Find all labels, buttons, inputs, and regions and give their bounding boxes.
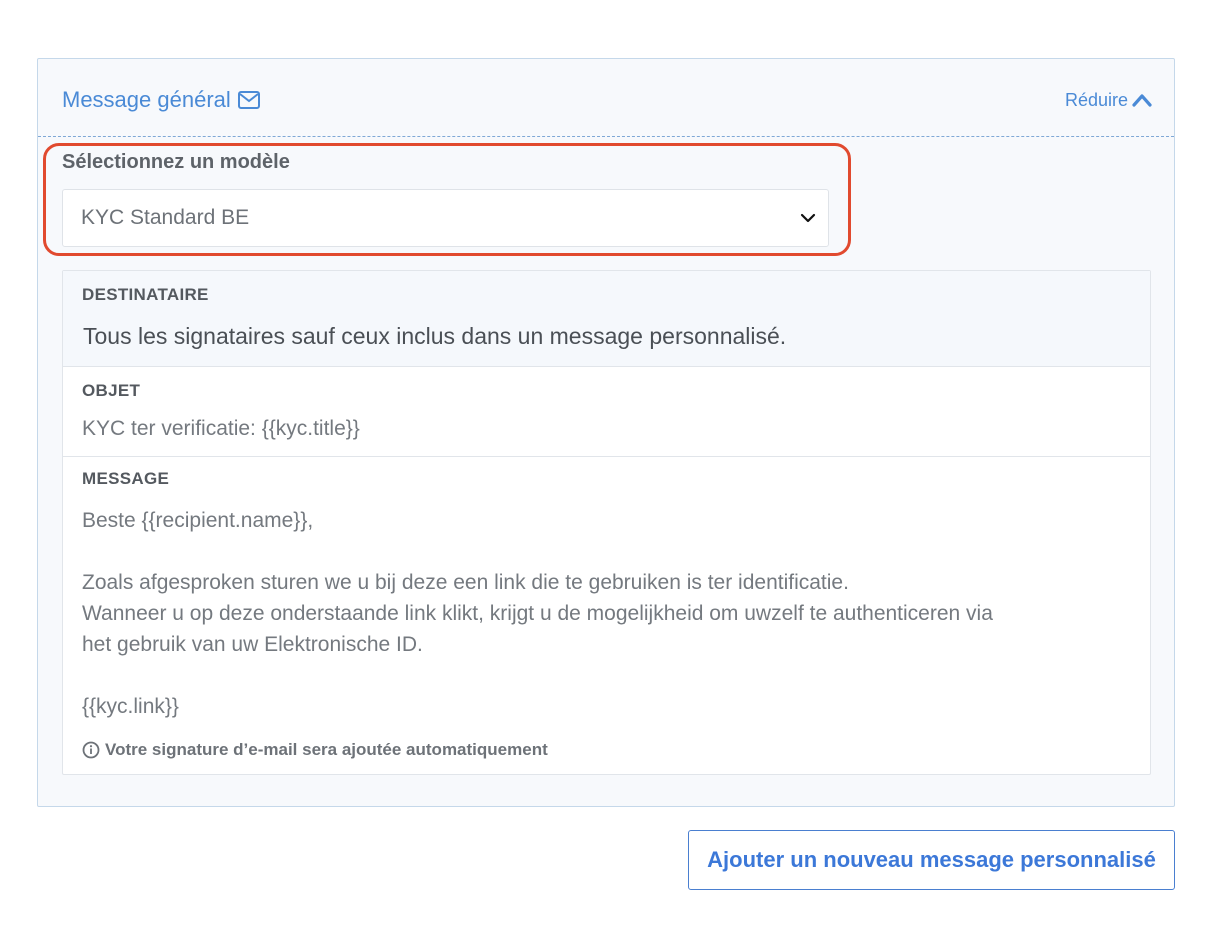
template-select-label: Sélectionnez un modèle	[62, 151, 290, 173]
message-line	[82, 536, 1132, 567]
message-line: het gebruik van uw Elektronische ID.	[82, 633, 423, 656]
recipient-label: DESTINATAIRE	[82, 285, 209, 304]
card-title: Message général	[62, 85, 261, 115]
subject-label: OBJET	[82, 381, 141, 400]
message-line: Wanneer u op deze onderstaande link klik…	[82, 602, 993, 625]
message-field[interactable]: Beste {{recipient.name}}, Zoals afgespro…	[82, 505, 1132, 722]
collapse-button[interactable]: Réduire	[1065, 87, 1152, 113]
message-section[interactable]: MESSAGE Beste {{recipient.name}}, Zoals …	[63, 457, 1150, 775]
recipient-section: DESTINATAIRE Tous les signataires sauf c…	[63, 271, 1150, 367]
chevron-up-icon	[1132, 94, 1152, 107]
template-select-value: KYC Standard BE	[81, 206, 250, 229]
subject-section[interactable]: OBJET KYC ter verificatie: {{kyc.title}}	[63, 367, 1150, 457]
card-header: Message général Réduire	[38, 59, 1174, 137]
template-select[interactable]: KYC Standard BE	[62, 189, 829, 247]
card-title-text: Message général	[62, 87, 231, 112]
general-message-card: Message général Réduire Sélectionnez un …	[37, 58, 1175, 807]
message-line: {{kyc.link}}	[82, 695, 179, 718]
envelope-icon	[237, 91, 260, 109]
signature-note-text: Votre signature d’e-mail sera ajoutée au…	[105, 740, 548, 759]
collapse-label: Réduire	[1064, 89, 1128, 110]
message-details-panel: DESTINATAIRE Tous les signataires sauf c…	[62, 270, 1151, 775]
signature-note: Votre signature d’e-mail sera ajoutée au…	[82, 740, 548, 760]
message-line: Zoals afgesproken sturen we u bij deze e…	[82, 571, 849, 594]
message-line	[82, 660, 1132, 691]
recipient-value: Tous les signataires sauf ceux inclus da…	[83, 323, 787, 349]
info-icon	[82, 741, 100, 759]
subject-field[interactable]: KYC ter verificatie: {{kyc.title}}	[82, 417, 360, 441]
message-label: MESSAGE	[82, 469, 170, 488]
chevron-down-icon	[800, 213, 816, 223]
message-line: Beste {{recipient.name}},	[82, 509, 314, 532]
add-custom-message-button[interactable]: Ajouter un nouveau message personnalisé	[688, 830, 1175, 890]
